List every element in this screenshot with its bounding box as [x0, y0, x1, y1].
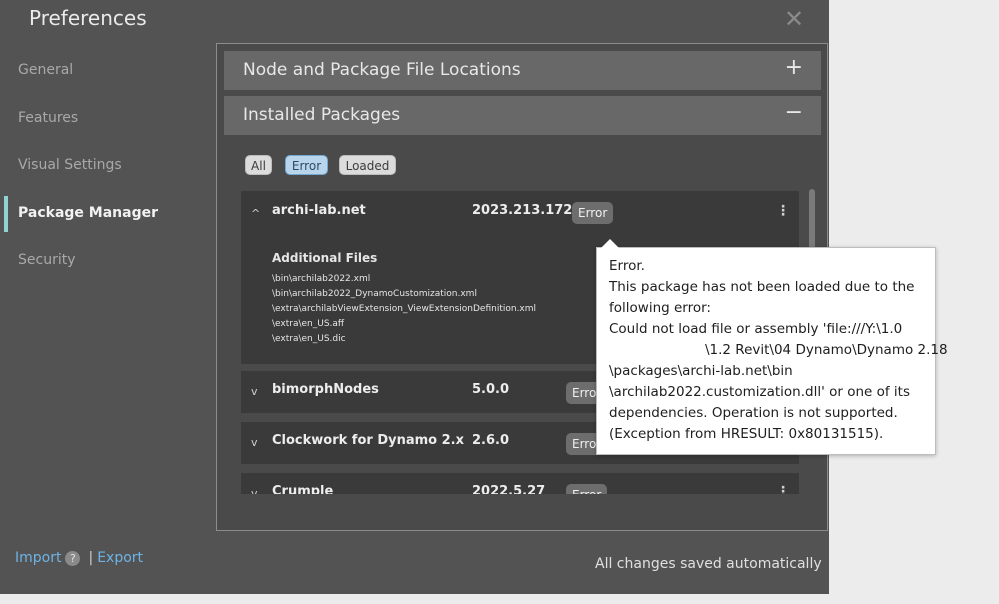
tooltip-line: This package has not been loaded due to …: [609, 279, 915, 295]
tooltip-line: Could not load file or assembly 'file://…: [609, 321, 903, 337]
more-options-icon[interactable]: ⋮: [776, 484, 790, 494]
section-installed-packages[interactable]: Installed Packages −: [224, 96, 821, 135]
expand-icon[interactable]: +: [785, 55, 803, 80]
nav-active-indicator: [4, 196, 8, 232]
nav-item-visual-settings[interactable]: Visual Settings: [18, 157, 122, 173]
status-badge[interactable]: Error: [566, 484, 608, 494]
export-link[interactable]: Export: [97, 550, 143, 566]
tooltip-line: following error:: [609, 300, 711, 316]
section-installed-packages-label: Installed Packages: [243, 105, 401, 125]
file-entry: \extra\en_US.dic: [272, 334, 346, 344]
tooltip-line: \archilab2022.customization.dll' or one …: [609, 384, 910, 400]
file-entry: \bin\archilab2022_DynamoCustomization.xm…: [272, 289, 477, 299]
package-version: 2.6.0: [472, 433, 510, 448]
status-badge[interactable]: Error: [572, 202, 614, 224]
tooltip-line: \packages\archi-lab.net\bin: [609, 363, 793, 379]
chevron-down-icon[interactable]: v: [251, 385, 258, 398]
file-entry: \extra\archilabViewExtension_ViewExtensi…: [272, 304, 537, 314]
additional-files-title: Additional Files: [272, 251, 378, 265]
link-separator: |: [88, 550, 94, 566]
chevron-up-icon[interactable]: ^: [251, 207, 260, 220]
import-link[interactable]: Import: [15, 550, 61, 566]
tooltip-line: \1.2 Revit\04 Dynamo\Dynamo 2.18: [705, 342, 948, 358]
tooltip-line: Error.: [609, 258, 645, 274]
tooltip-arrow: [601, 239, 619, 248]
section-file-locations-label: Node and Package File Locations: [243, 60, 521, 80]
scrollbar-thumb[interactable]: [809, 189, 815, 249]
package-name: Crumple: [272, 484, 334, 494]
filter-error[interactable]: Error: [285, 155, 328, 175]
filter-all[interactable]: All: [245, 155, 272, 175]
filter-loaded[interactable]: Loaded: [339, 155, 396, 175]
package-name: archi-lab.net: [272, 203, 366, 218]
file-entry: \extra\en_US.aff: [272, 319, 345, 329]
package-version: 2022.5.27: [472, 484, 546, 494]
package-version: 5.0.0: [472, 382, 510, 397]
nav-item-features[interactable]: Features: [18, 110, 78, 126]
section-file-locations[interactable]: Node and Package File Locations +: [224, 51, 821, 90]
tooltip-line: (Exception from HRESULT: 0x80131515).: [609, 426, 884, 442]
package-version: 2023.213.1722: [472, 203, 582, 218]
tooltip-line: dependencies. Operation is not supported…: [609, 405, 898, 421]
package-name: bimorphNodes: [272, 382, 379, 397]
chevron-down-icon[interactable]: v: [251, 487, 258, 494]
window-title: Preferences: [29, 6, 147, 30]
nav-item-security[interactable]: Security: [18, 252, 76, 268]
close-icon[interactable]: ✕: [783, 7, 805, 31]
package-name: Clockwork for Dynamo 2.x: [272, 433, 464, 448]
collapse-icon[interactable]: −: [785, 100, 803, 125]
save-status: All changes saved automatically: [595, 556, 822, 572]
help-icon[interactable]: ?: [65, 550, 81, 566]
more-options-icon[interactable]: ⋮: [776, 203, 790, 219]
error-tooltip: Error. This package has not been loaded …: [596, 239, 948, 455]
file-entry: \bin\archilab2022.xml: [272, 274, 371, 284]
import-export-links: Import? | Export: [15, 550, 143, 566]
chevron-down-icon[interactable]: v: [251, 436, 258, 449]
package-item[interactable]: v Crumple 2022.5.27 Error ⋮: [241, 473, 799, 494]
nav-item-package-manager[interactable]: Package Manager: [18, 205, 158, 221]
nav-item-general[interactable]: General: [18, 62, 73, 78]
